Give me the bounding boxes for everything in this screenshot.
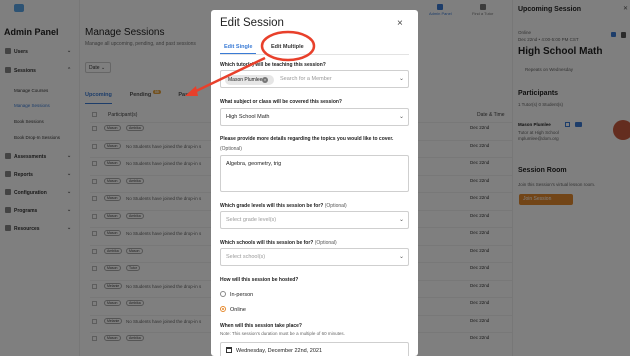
grades-question-text: Which grade levels will this session be … <box>220 203 324 209</box>
subject-select[interactable]: High School Math ⌄ <box>220 108 409 126</box>
hosting-question: How will this session be hosted? <box>220 277 299 283</box>
tutor-chip-label: Mason Plumlee <box>228 77 263 83</box>
radio-button[interactable] <box>220 291 226 297</box>
tutor-chip: Mason Plumlee × <box>225 75 275 85</box>
details-question: Please provide more details regarding th… <box>220 136 394 142</box>
tutor-search-input[interactable]: Search for a Member <box>280 76 332 82</box>
duration-note: Note: This session's duration must be a … <box>220 331 345 336</box>
chevron-down-icon[interactable]: ⌄ <box>399 216 404 223</box>
chevron-down-icon[interactable]: ⌄ <box>399 253 404 260</box>
edit-session-modal: Edit Session × Edit Single Edit Multiple… <box>211 10 418 356</box>
tab-edit-multiple[interactable]: Edit Multiple <box>271 44 304 50</box>
radio-label: In-person <box>230 292 254 298</box>
details-textarea[interactable]: Algebra, geometry, trig <box>220 155 409 192</box>
when-question: When will this session take place? <box>220 323 302 329</box>
subject-value: High School Math <box>226 114 270 120</box>
grades-placeholder: Select grade level(s) <box>226 217 277 223</box>
schools-select[interactable]: Select school(s) ⌄ <box>220 248 409 266</box>
chevron-down-icon[interactable]: ⌄ <box>399 75 404 82</box>
schools-placeholder: Select school(s) <box>226 254 266 260</box>
schools-question: Which schools will this session be for? … <box>220 240 337 246</box>
details-value: Algebra, geometry, trig <box>226 161 282 167</box>
calendar-icon <box>226 347 232 353</box>
radio-online[interactable]: Online <box>220 306 246 313</box>
tab-edit-single[interactable]: Edit Single <box>224 44 252 50</box>
chevron-down-icon[interactable]: ⌄ <box>399 113 404 120</box>
radio-label: Online <box>230 307 246 313</box>
details-optional: (Optional) <box>220 146 242 152</box>
grades-select[interactable]: Select grade level(s) ⌄ <box>220 211 409 229</box>
schools-question-text: Which schools will this session be for? <box>220 240 314 246</box>
date-value: Wednesday, December 22nd, 2021 <box>236 348 323 354</box>
optional-label: (Optional) <box>324 203 347 209</box>
optional-label: (Optional) <box>314 240 337 246</box>
tutor-question: Which tutor(s) will be teaching this ses… <box>220 62 326 68</box>
date-picker[interactable]: Wednesday, December 22nd, 2021 <box>220 342 409 356</box>
close-icon[interactable]: × <box>397 19 403 29</box>
remove-chip-icon[interactable]: × <box>262 77 268 83</box>
modal-title: Edit Session <box>220 17 284 29</box>
subject-question: What subject or class will be covered th… <box>220 99 342 105</box>
tutor-multiselect[interactable]: Mason Plumlee × Search for a Member ⌄ <box>220 70 409 88</box>
grades-question: Which grade levels will this session be … <box>220 203 347 209</box>
radio-in-person[interactable]: In-person <box>220 291 253 298</box>
tab-divider <box>220 54 409 55</box>
radio-button-selected[interactable] <box>220 306 226 312</box>
optional-label: (Optional) <box>220 146 242 152</box>
